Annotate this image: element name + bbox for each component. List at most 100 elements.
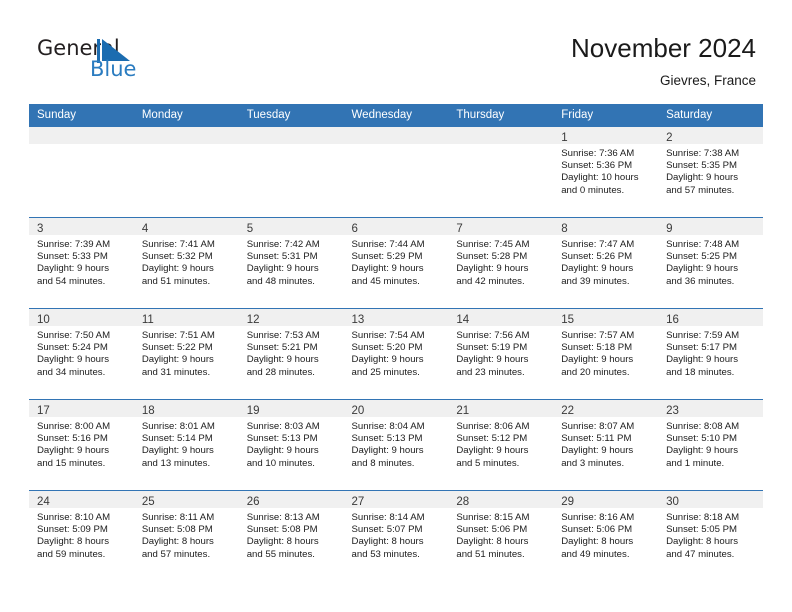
date-number-band: 9 [658,218,763,235]
sunrise-text: Sunrise: 7:51 AM [141,330,215,341]
brand-logo[interactable]: General Blue [30,36,220,86]
calendar-day-cell[interactable]: 19 Sunrise: 8:03 AM Sunset: 5:13 PM Dayl… [238,399,344,491]
day-details [448,144,553,148]
sunrise-text: Sunrise: 7:48 AM [666,239,740,250]
daylight-text-line2: and 59 minutes. [37,548,106,560]
date-number: 26 [246,496,260,508]
date-number-band: 16 [658,309,763,326]
day-details: Sunrise: 7:39 AM Sunset: 5:33 PM Dayligh… [29,235,134,288]
date-number-band: 19 [238,400,344,417]
calendar-day-cell[interactable]: 17 Sunrise: 8:00 AM Sunset: 5:16 PM Dayl… [29,399,134,491]
calendar-day-cell[interactable]: 29 Sunrise: 8:16 AM Sunset: 5:06 PM Dayl… [553,490,659,581]
calendar-week-row: 10 Sunrise: 7:50 AM Sunset: 5:24 PM Dayl… [29,308,763,400]
sunrise-text: Sunrise: 7:53 AM [246,330,320,341]
day-details: Sunrise: 7:53 AM Sunset: 5:21 PM Dayligh… [239,326,344,379]
calendar-day-cell[interactable]: 3 Sunrise: 7:39 AM Sunset: 5:33 PM Dayli… [29,217,134,309]
calendar-day-cell[interactable]: 24 Sunrise: 8:10 AM Sunset: 5:09 PM Dayl… [29,490,134,581]
daylight-text-line2: and 23 minutes. [456,366,525,378]
sunrise-text: Sunrise: 7:45 AM [456,239,530,250]
calendar-day-cell[interactable]: 20 Sunrise: 8:04 AM Sunset: 5:13 PM Dayl… [343,399,449,491]
sunrise-text: Sunrise: 8:04 AM [351,421,425,432]
calendar-day-cell[interactable] [238,127,344,218]
daylight-text-line2: and 0 minutes. [561,184,625,196]
calendar-day-cell[interactable]: 22 Sunrise: 8:07 AM Sunset: 5:11 PM Dayl… [553,399,659,491]
calendar-day-cell[interactable]: 9 Sunrise: 7:48 AM Sunset: 5:25 PM Dayli… [658,217,763,309]
calendar-day-cell[interactable]: 6 Sunrise: 7:44 AM Sunset: 5:29 PM Dayli… [343,217,449,309]
date-number-band: 24 [29,491,134,508]
sunset-text: Sunset: 5:29 PM [351,251,423,263]
date-number: 1 [561,132,568,144]
date-number-band: 15 [553,309,659,326]
day-details: Sunrise: 8:08 AM Sunset: 5:10 PM Dayligh… [658,417,763,470]
calendar-day-cell[interactable]: 27 Sunrise: 8:14 AM Sunset: 5:07 PM Dayl… [343,490,449,581]
day-details: Sunrise: 8:01 AM Sunset: 5:14 PM Dayligh… [134,417,239,470]
calendar-day-cell[interactable]: 12 Sunrise: 7:53 AM Sunset: 5:21 PM Dayl… [238,308,344,400]
calendar-day-cell[interactable]: 10 Sunrise: 7:50 AM Sunset: 5:24 PM Dayl… [29,308,134,400]
sunset-text: Sunset: 5:24 PM [37,342,108,354]
date-number-band: 20 [343,400,449,417]
calendar-day-cell[interactable] [343,127,449,218]
date-number: 2 [666,132,673,144]
sunset-text: Sunset: 5:05 PM [666,524,737,536]
daylight-text-line1: Daylight: 9 hours [351,354,424,366]
daylight-text-line1: Daylight: 9 hours [456,354,529,366]
date-number-band [133,127,239,144]
daylight-text-line2: and 48 minutes. [246,275,315,287]
sunset-text: Sunset: 5:26 PM [561,251,633,263]
calendar-day-cell[interactable]: 5 Sunrise: 7:42 AM Sunset: 5:31 PM Dayli… [238,217,344,309]
calendar-day-cell[interactable]: 15 Sunrise: 7:57 AM Sunset: 5:18 PM Dayl… [553,308,659,400]
daylight-text-line2: and 51 minutes. [141,275,211,287]
calendar-day-cell[interactable] [448,127,554,218]
sunset-text: Sunset: 5:28 PM [456,251,528,263]
sunrise-text: Sunrise: 7:42 AM [246,239,320,250]
day-details: Sunrise: 7:38 AM Sunset: 5:35 PM Dayligh… [658,144,763,197]
calendar-day-cell[interactable]: 11 Sunrise: 7:51 AM Sunset: 5:22 PM Dayl… [133,308,239,400]
calendar-day-cell[interactable]: 28 Sunrise: 8:15 AM Sunset: 5:06 PM Dayl… [448,490,554,581]
day-details: Sunrise: 7:57 AM Sunset: 5:18 PM Dayligh… [553,326,658,379]
sunrise-text: Sunrise: 8:01 AM [141,421,215,432]
daylight-text-line1: Daylight: 9 hours [141,263,214,275]
day-details: Sunrise: 8:04 AM Sunset: 5:13 PM Dayligh… [344,417,449,470]
calendar-day-cell[interactable]: 14 Sunrise: 7:56 AM Sunset: 5:19 PM Dayl… [448,308,554,400]
daylight-text-line2: and 25 minutes. [351,366,420,378]
daylight-text-line1: Daylight: 8 hours [561,536,634,548]
daylight-text-line1: Daylight: 9 hours [561,354,634,366]
calendar-day-cell[interactable]: 21 Sunrise: 8:06 AM Sunset: 5:12 PM Dayl… [448,399,554,491]
calendar-day-cell[interactable]: 23 Sunrise: 8:08 AM Sunset: 5:10 PM Dayl… [658,399,763,491]
sunrise-text: Sunrise: 8:14 AM [351,512,425,523]
date-number-band: 3 [29,218,134,235]
date-number: 30 [666,496,679,508]
calendar-day-cell[interactable] [133,127,239,218]
calendar-table: Sunday Monday Tuesday Wednesday Thursday… [29,104,763,581]
calendar-week-row: 24 Sunrise: 8:10 AM Sunset: 5:09 PM Dayl… [29,490,763,581]
calendar-day-cell[interactable]: 13 Sunrise: 7:54 AM Sunset: 5:20 PM Dayl… [343,308,449,400]
date-number-band [29,127,134,144]
date-number-band: 21 [448,400,554,417]
sunset-text: Sunset: 5:17 PM [666,342,737,354]
day-details: Sunrise: 8:10 AM Sunset: 5:09 PM Dayligh… [29,508,134,561]
calendar-day-cell[interactable]: 16 Sunrise: 7:59 AM Sunset: 5:17 PM Dayl… [658,308,763,400]
calendar-day-cell[interactable]: 4 Sunrise: 7:41 AM Sunset: 5:32 PM Dayli… [133,217,239,309]
date-number-band [448,127,554,144]
daylight-text-line2: and 8 minutes. [351,457,415,469]
sunrise-text: Sunrise: 8:07 AM [561,421,635,432]
daylight-text-line2: and 53 minutes. [351,548,420,560]
calendar-day-cell[interactable]: 25 Sunrise: 8:11 AM Sunset: 5:08 PM Dayl… [133,490,239,581]
calendar-day-cell[interactable]: 8 Sunrise: 7:47 AM Sunset: 5:26 PM Dayli… [553,217,659,309]
day-details: Sunrise: 7:42 AM Sunset: 5:31 PM Dayligh… [239,235,344,288]
calendar-day-cell[interactable]: 18 Sunrise: 8:01 AM Sunset: 5:14 PM Dayl… [133,399,239,491]
date-number-band: 10 [29,309,134,326]
date-number: 20 [351,405,365,417]
daylight-text-line1: Daylight: 9 hours [666,263,739,275]
calendar-day-cell[interactable] [29,127,134,218]
calendar-day-cell[interactable]: 30 Sunrise: 8:18 AM Sunset: 5:05 PM Dayl… [658,490,763,581]
daylight-text-line2: and 49 minutes. [561,548,630,560]
calendar-day-cell[interactable]: 1 Sunrise: 7:36 AM Sunset: 5:36 PM Dayli… [553,127,659,218]
calendar-day-cell[interactable]: 7 Sunrise: 7:45 AM Sunset: 5:28 PM Dayli… [448,217,554,309]
calendar-day-cell[interactable]: 26 Sunrise: 8:13 AM Sunset: 5:08 PM Dayl… [238,490,344,581]
sunset-text: Sunset: 5:08 PM [141,524,213,536]
day-details: Sunrise: 8:06 AM Sunset: 5:12 PM Dayligh… [448,417,553,470]
calendar-day-cell[interactable]: 2 Sunrise: 7:38 AM Sunset: 5:35 PM Dayli… [658,127,763,218]
daylight-text-line2: and 3 minutes. [561,457,625,469]
date-number-band: 22 [553,400,659,417]
